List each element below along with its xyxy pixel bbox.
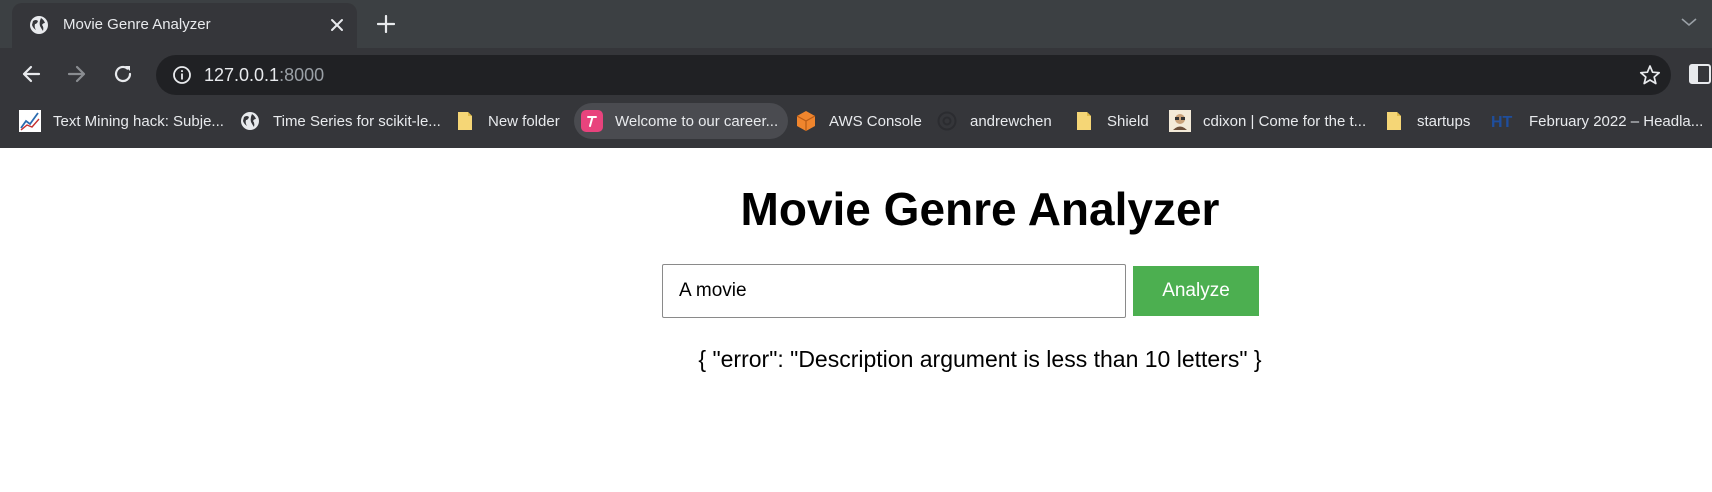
close-tab-icon[interactable] (327, 15, 347, 35)
url-port: :8000 (279, 65, 325, 85)
folder-icon (1383, 110, 1405, 132)
side-panel-icon[interactable] (1688, 62, 1712, 86)
new-tab-plus-icon[interactable] (374, 12, 398, 36)
page-content: Movie Genre Analyzer Analyze { "error": … (0, 148, 1712, 492)
bookmark-folder-shield[interactable]: Shield (1073, 103, 1149, 139)
folder-icon (454, 110, 476, 132)
bookmark-label: Welcome to our career... (615, 112, 779, 130)
browser-tab-active[interactable]: Movie Genre Analyzer (12, 3, 357, 48)
forward-arrow-icon[interactable] (63, 60, 91, 88)
description-input[interactable] (662, 264, 1126, 318)
avatar-favicon-icon (1169, 110, 1191, 132)
browser-toolbar: 127.0.0.1:8000 (0, 48, 1712, 100)
bookmark-cdixon[interactable]: cdixon | Come for the t... (1169, 103, 1366, 139)
bookmark-label: New folder (488, 112, 560, 130)
bookmark-label: Time Series for scikit-le... (273, 112, 441, 130)
pink-t-favicon-icon (581, 110, 603, 132)
analyze-button[interactable]: Analyze (1133, 266, 1259, 316)
tab-strip: Movie Genre Analyzer (0, 0, 1712, 48)
bookmark-label: cdixon | Come for the t... (1203, 112, 1367, 130)
page-title: Movie Genre Analyzer (740, 183, 1220, 235)
back-arrow-icon[interactable] (17, 60, 45, 88)
bookmark-aws-console[interactable]: AWS Console (795, 103, 922, 139)
bookmark-text-mining[interactable]: Text Mining hack: Subje... (19, 103, 224, 139)
url-host: 127.0.0.1 (204, 65, 280, 85)
bookmark-label: Text Mining hack: Subje... (53, 112, 224, 130)
bookmark-star-icon[interactable] (1639, 64, 1661, 86)
ht-favicon-icon: HT (1491, 110, 1517, 132)
at-sign-icon (936, 110, 958, 132)
bookmark-folder-startups[interactable]: startups (1383, 103, 1470, 139)
url-text: 127.0.0.1:8000 (204, 65, 324, 86)
folder-icon (1073, 110, 1095, 132)
reload-icon[interactable] (109, 60, 137, 88)
site-info-icon[interactable] (172, 65, 192, 85)
bookmark-label: Shield (1107, 112, 1149, 130)
result-text: { "error": "Description argument is less… (698, 346, 1262, 372)
bookmark-label: andrewchen (970, 112, 1052, 130)
bookmark-february-2022[interactable]: HT February 2022 – Headla... (1491, 103, 1703, 139)
bookmarks-bar: Text Mining hack: Subje... Time Series f… (0, 100, 1712, 148)
bookmark-label: February 2022 – Headla... (1529, 112, 1704, 130)
tab-title: Movie Genre Analyzer (63, 16, 211, 33)
bookmark-andrewchen[interactable]: andrewchen (936, 103, 1052, 139)
globe-icon (29, 15, 49, 35)
bookmark-time-series[interactable]: Time Series for scikit-le... (239, 103, 441, 139)
tab-search-chevron-icon[interactable] (1678, 12, 1700, 32)
svg-text:HT: HT (1491, 114, 1513, 129)
address-bar[interactable]: 127.0.0.1:8000 (156, 55, 1671, 95)
bookmark-label: AWS Console (829, 112, 922, 130)
bookmark-label: startups (1417, 112, 1471, 130)
aws-cube-icon (795, 110, 817, 132)
bookmark-folder-new-folder[interactable]: New folder (454, 103, 560, 139)
bookmark-welcome-career[interactable]: Welcome to our career... (574, 103, 789, 139)
chart-favicon-icon (19, 110, 41, 132)
globe-icon (239, 110, 261, 132)
